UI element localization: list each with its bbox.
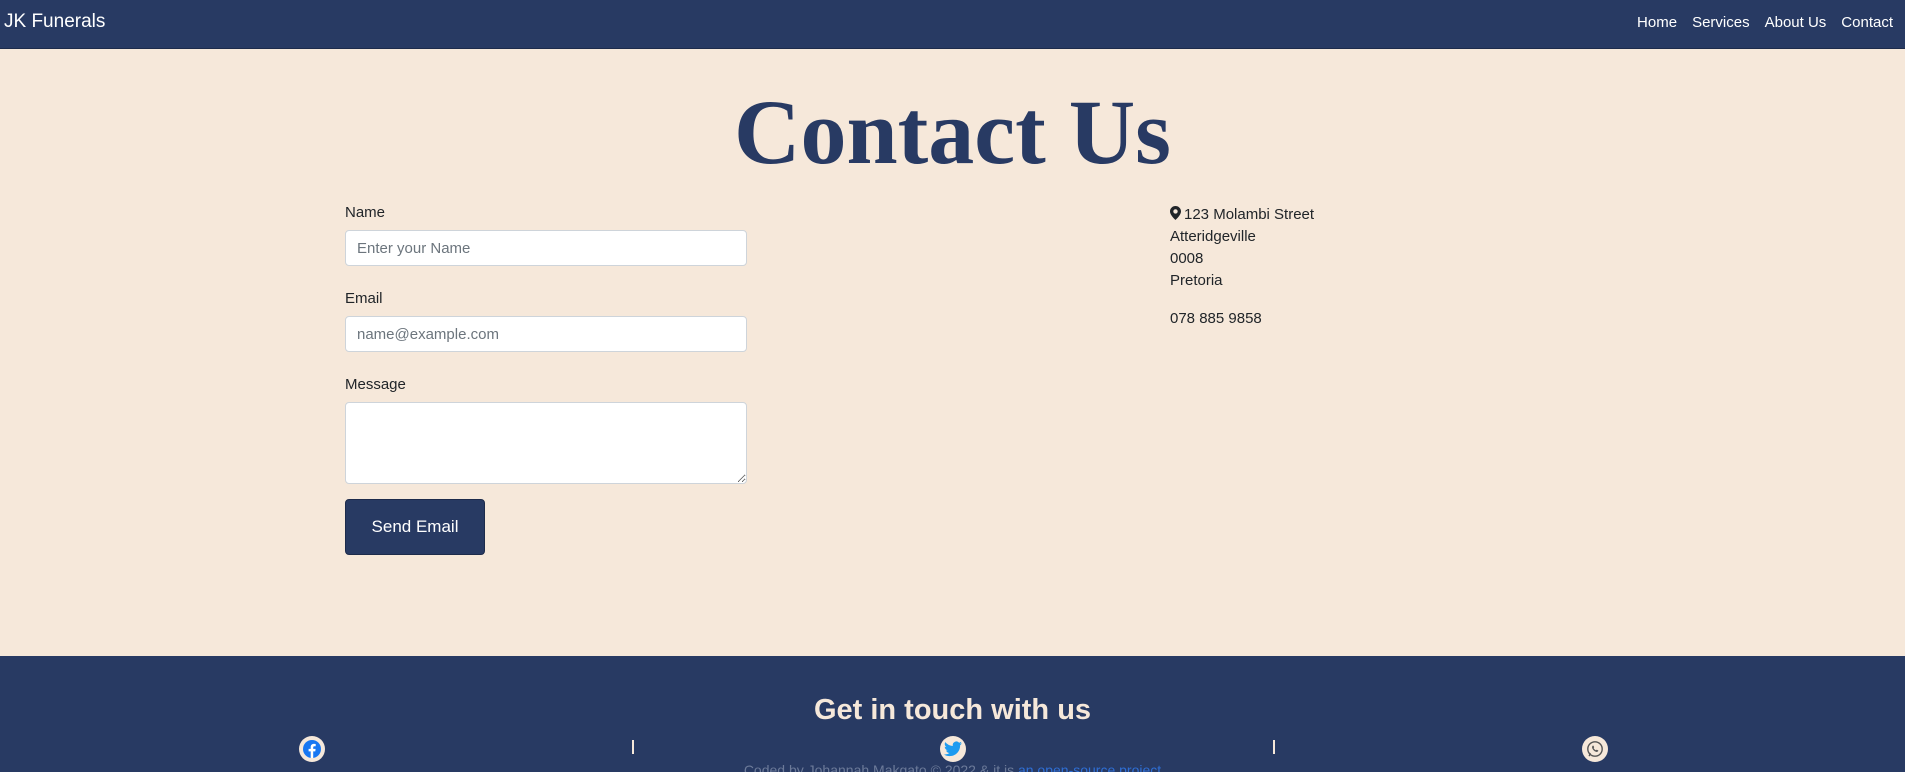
message-label: Message: [345, 376, 406, 393]
nav-home-link[interactable]: Home: [1637, 14, 1677, 31]
email-label: Email: [345, 290, 383, 307]
address-block: 123 Molambi Street Atteridgeville 0008 P…: [1170, 204, 1314, 330]
send-email-button[interactable]: Send Email: [345, 499, 485, 555]
footer-separator: [1273, 740, 1275, 754]
nav-about-link[interactable]: About Us: [1765, 14, 1827, 31]
nav-services-link[interactable]: Services: [1692, 14, 1750, 31]
message-textarea[interactable]: [345, 402, 747, 484]
phone-number: 078 885 9858: [1170, 310, 1262, 327]
nav-contact-link[interactable]: Contact: [1841, 14, 1893, 31]
address-suburb: Atteridgeville: [1170, 228, 1256, 245]
navbar: JK Funerals Home Services About Us Conta…: [0, 0, 1905, 49]
facebook-icon[interactable]: [299, 736, 325, 762]
address-street: 123 Molambi Street: [1184, 206, 1315, 223]
address-code: 0008: [1170, 250, 1204, 267]
name-input[interactable]: [345, 230, 747, 266]
footer-separator: [632, 740, 634, 754]
name-label: Name: [345, 204, 386, 221]
brand-link[interactable]: JK Funerals: [4, 11, 105, 33]
twitter-icon[interactable]: [940, 736, 966, 762]
footer-title: Get in touch with us: [813, 694, 1092, 726]
address-street-line: 123 Molambi Street: [1170, 204, 1314, 226]
footer-credit: Coded by Johannah Makgato © 2022 & it is…: [0, 762, 1905, 772]
contact-form: Name Email Message Send Email: [345, 204, 747, 555]
map-pin-icon: [1170, 205, 1181, 220]
address-city: Pretoria: [1170, 272, 1223, 289]
open-source-link[interactable]: an open-source project: [1018, 762, 1161, 772]
page-title: Contact Us: [734, 81, 1171, 183]
credit-text: Coded by Johannah Makgato © 2022 & it is: [743, 762, 1018, 772]
email-input[interactable]: [345, 316, 747, 352]
nav-links: Home Services About Us Contact: [1637, 14, 1893, 31]
footer: Get in touch with us Coded by Johannah M…: [0, 656, 1905, 772]
whatsapp-icon[interactable]: [1582, 736, 1608, 762]
